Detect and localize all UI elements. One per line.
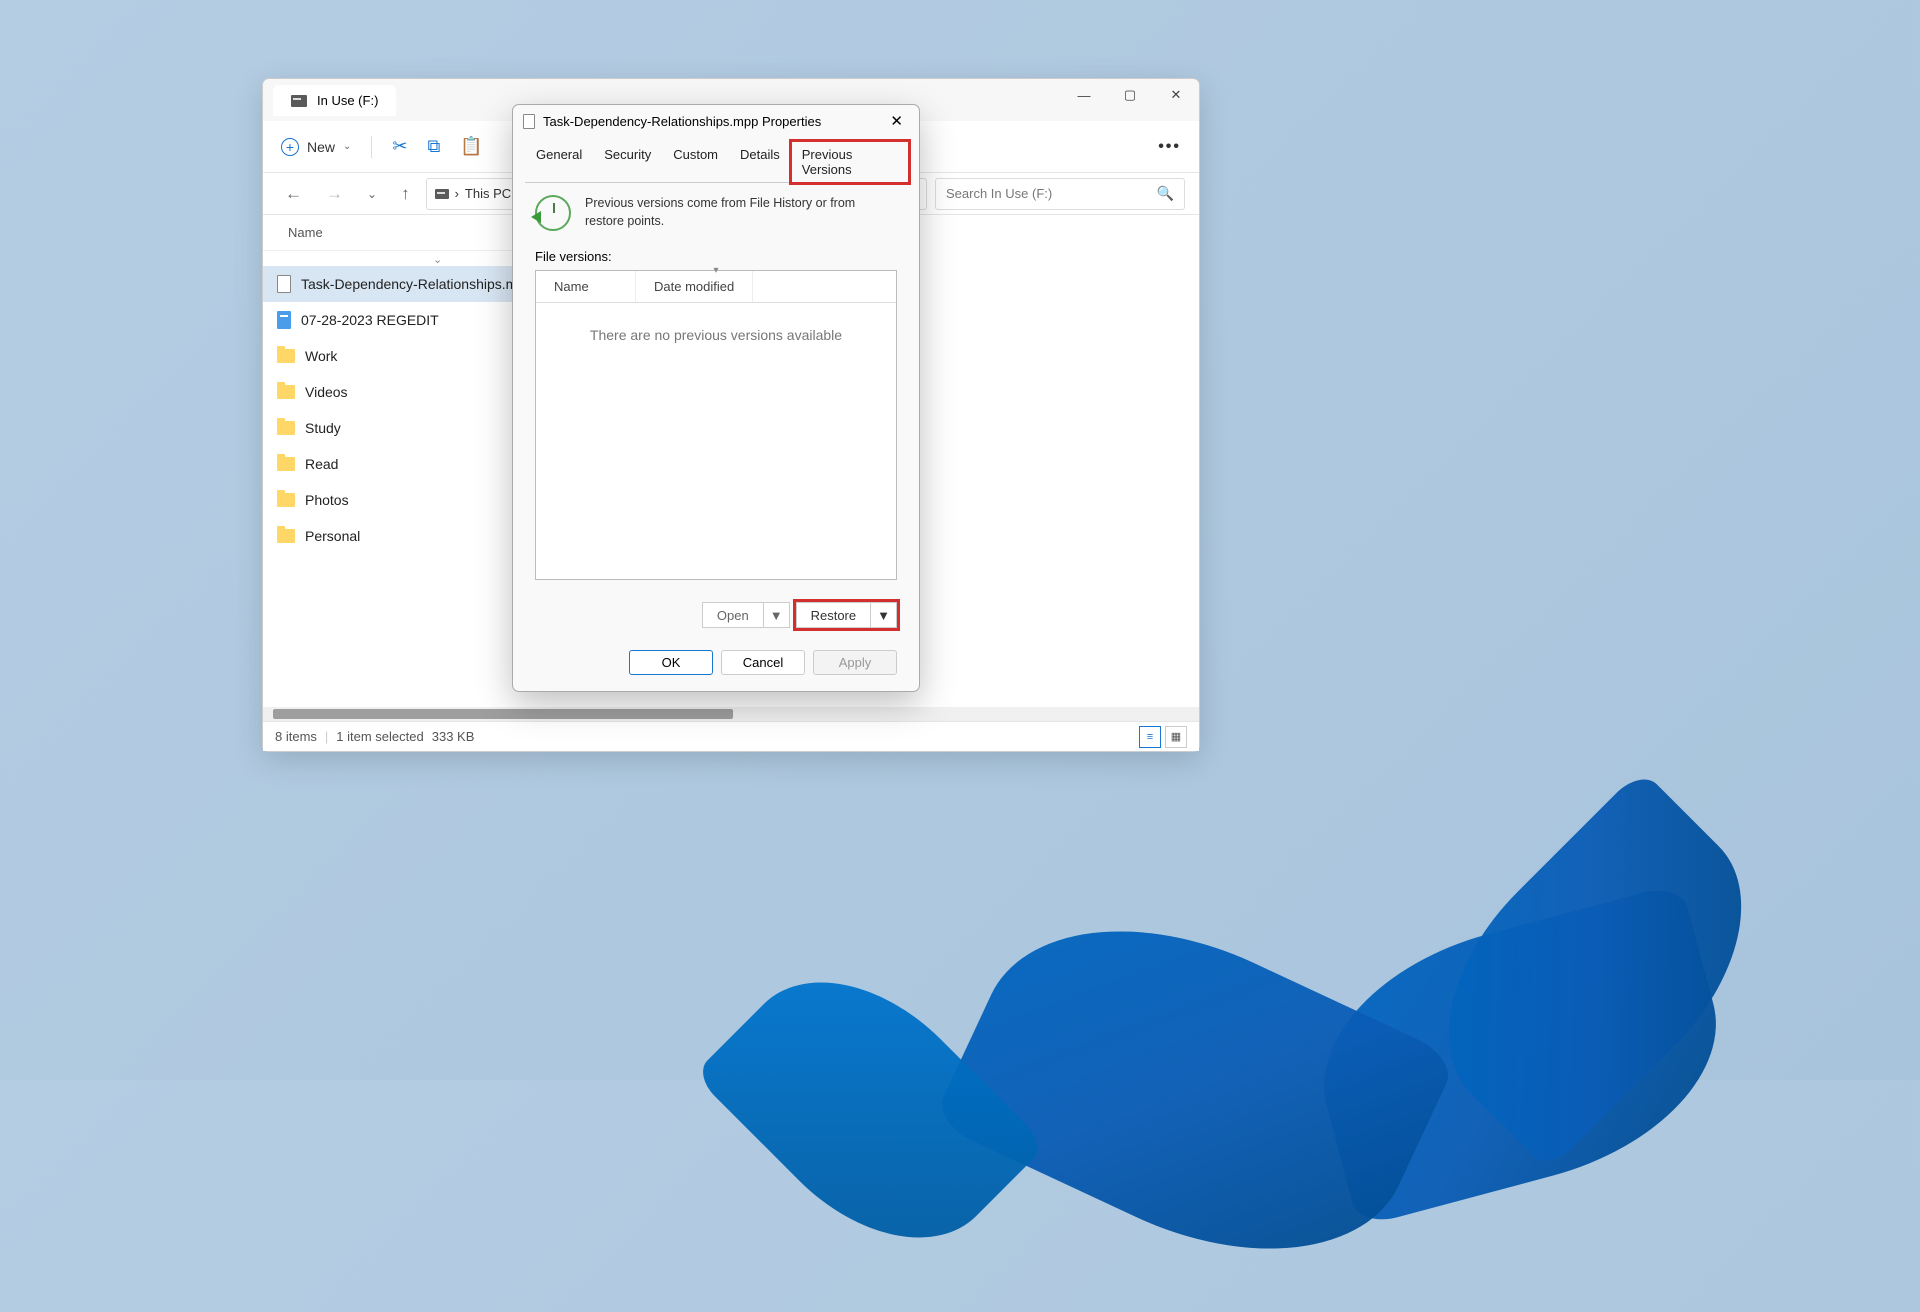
version-actions: Open ▼ Restore ▼ [513, 592, 919, 638]
open-button[interactable]: Open [702, 602, 764, 628]
breadcrumb-sep: › [455, 186, 459, 201]
ok-button[interactable]: OK [629, 650, 713, 675]
tab-previous-versions[interactable]: Previous Versions [791, 141, 909, 183]
forward-button[interactable]: → [318, 180, 351, 208]
view-toggles: ≡ ▦ [1139, 726, 1187, 748]
dialog-footer: OK Cancel Apply [513, 638, 919, 691]
apply-button[interactable]: Apply [813, 650, 897, 675]
column-resize-icon[interactable]: ▾ [713, 265, 718, 276]
scrollbar-thumb[interactable] [273, 709, 733, 719]
cut-icon[interactable]: ✂ [392, 136, 407, 157]
maximize-button[interactable]: ▢ [1107, 79, 1153, 111]
plus-icon: + [281, 138, 299, 156]
file-name: Personal [305, 528, 360, 544]
file-name: Videos [305, 384, 348, 400]
search-placeholder: Search In Use (F:) [946, 186, 1052, 201]
breadcrumb-item[interactable]: This PC [465, 186, 511, 201]
dialog-close-button[interactable]: ✕ [884, 110, 909, 132]
history-icon [535, 195, 571, 231]
details-view-button[interactable]: ≡ [1139, 726, 1161, 748]
horizontal-scrollbar[interactable] [263, 707, 1199, 721]
new-label: New [307, 139, 335, 155]
back-button[interactable]: ← [277, 180, 310, 208]
new-button[interactable]: + New ⌄ [281, 138, 351, 156]
drive-icon [435, 189, 449, 199]
tab-general[interactable]: General [525, 141, 593, 183]
separator [371, 136, 372, 158]
registry-icon [277, 311, 291, 329]
file-icon [277, 275, 291, 293]
column-header-name[interactable]: Name [536, 271, 636, 302]
more-button[interactable]: ••• [1158, 138, 1181, 156]
dialog-title: Task-Dependency-Relationships.mpp Proper… [543, 114, 821, 129]
dialog-titlebar[interactable]: Task-Dependency-Relationships.mpp Proper… [513, 105, 919, 137]
tab-security[interactable]: Security [593, 141, 662, 183]
folder-icon [277, 421, 295, 435]
status-selected: 1 item selected [336, 729, 423, 744]
search-input[interactable]: Search In Use (F:) 🔍 [935, 178, 1185, 210]
empty-message: There are no previous versions available [536, 303, 896, 367]
file-name: Read [305, 456, 338, 472]
restore-button[interactable]: Restore [796, 602, 872, 628]
previous-versions-description: Previous versions come from File History… [585, 195, 897, 230]
properties-dialog: Task-Dependency-Relationships.mpp Proper… [512, 104, 920, 692]
paste-icon[interactable]: 📋 [460, 136, 482, 157]
copy-icon[interactable]: ⧉ [428, 136, 441, 157]
folder-icon [277, 457, 295, 471]
tab-strip: General Security Custom Details Previous… [513, 137, 919, 183]
separator: | [325, 729, 328, 744]
status-size: 333 KB [432, 729, 475, 744]
folder-icon [277, 385, 295, 399]
dialog-body: Previous versions come from File History… [513, 183, 919, 592]
file-name: Photos [305, 492, 349, 508]
file-versions-list[interactable]: ▾ Name Date modified There are no previo… [535, 270, 897, 580]
file-name: Study [305, 420, 341, 436]
tab-details[interactable]: Details [729, 141, 791, 183]
status-item-count: 8 items [275, 729, 317, 744]
chevron-down-icon: ⌄ [343, 141, 351, 152]
restore-button-group: Restore ▼ [796, 602, 897, 628]
file-versions-label: File versions: [535, 249, 897, 264]
file-name: 07-28-2023 REGEDIT [301, 312, 439, 328]
minimize-button[interactable]: — [1061, 79, 1107, 111]
tab-title: In Use (F:) [317, 93, 378, 108]
folder-icon [277, 349, 295, 363]
restore-dropdown-button[interactable]: ▼ [871, 602, 897, 628]
file-name: Task-Dependency-Relationships.mp [301, 276, 525, 292]
column-header-date[interactable]: Date modified [636, 271, 753, 302]
folder-icon [277, 493, 295, 507]
search-icon: 🔍 [1157, 185, 1174, 202]
up-button[interactable]: ↑ [393, 180, 418, 208]
open-dropdown-button[interactable]: ▼ [764, 602, 790, 628]
close-button[interactable]: ✕ [1153, 79, 1199, 111]
icons-view-button[interactable]: ▦ [1165, 726, 1187, 748]
folder-icon [277, 529, 295, 543]
status-bar: 8 items | 1 item selected 333 KB ≡ ▦ [263, 721, 1199, 751]
window-controls: — ▢ ✕ [1061, 79, 1199, 111]
open-button-group: Open ▼ [702, 602, 790, 628]
recent-dropdown[interactable]: ⌄ [359, 183, 385, 205]
file-name: Work [305, 348, 337, 364]
file-icon [523, 114, 535, 129]
window-tab[interactable]: In Use (F:) [273, 85, 396, 116]
cancel-button[interactable]: Cancel [721, 650, 805, 675]
drive-icon [291, 95, 307, 107]
tab-custom[interactable]: Custom [662, 141, 729, 183]
